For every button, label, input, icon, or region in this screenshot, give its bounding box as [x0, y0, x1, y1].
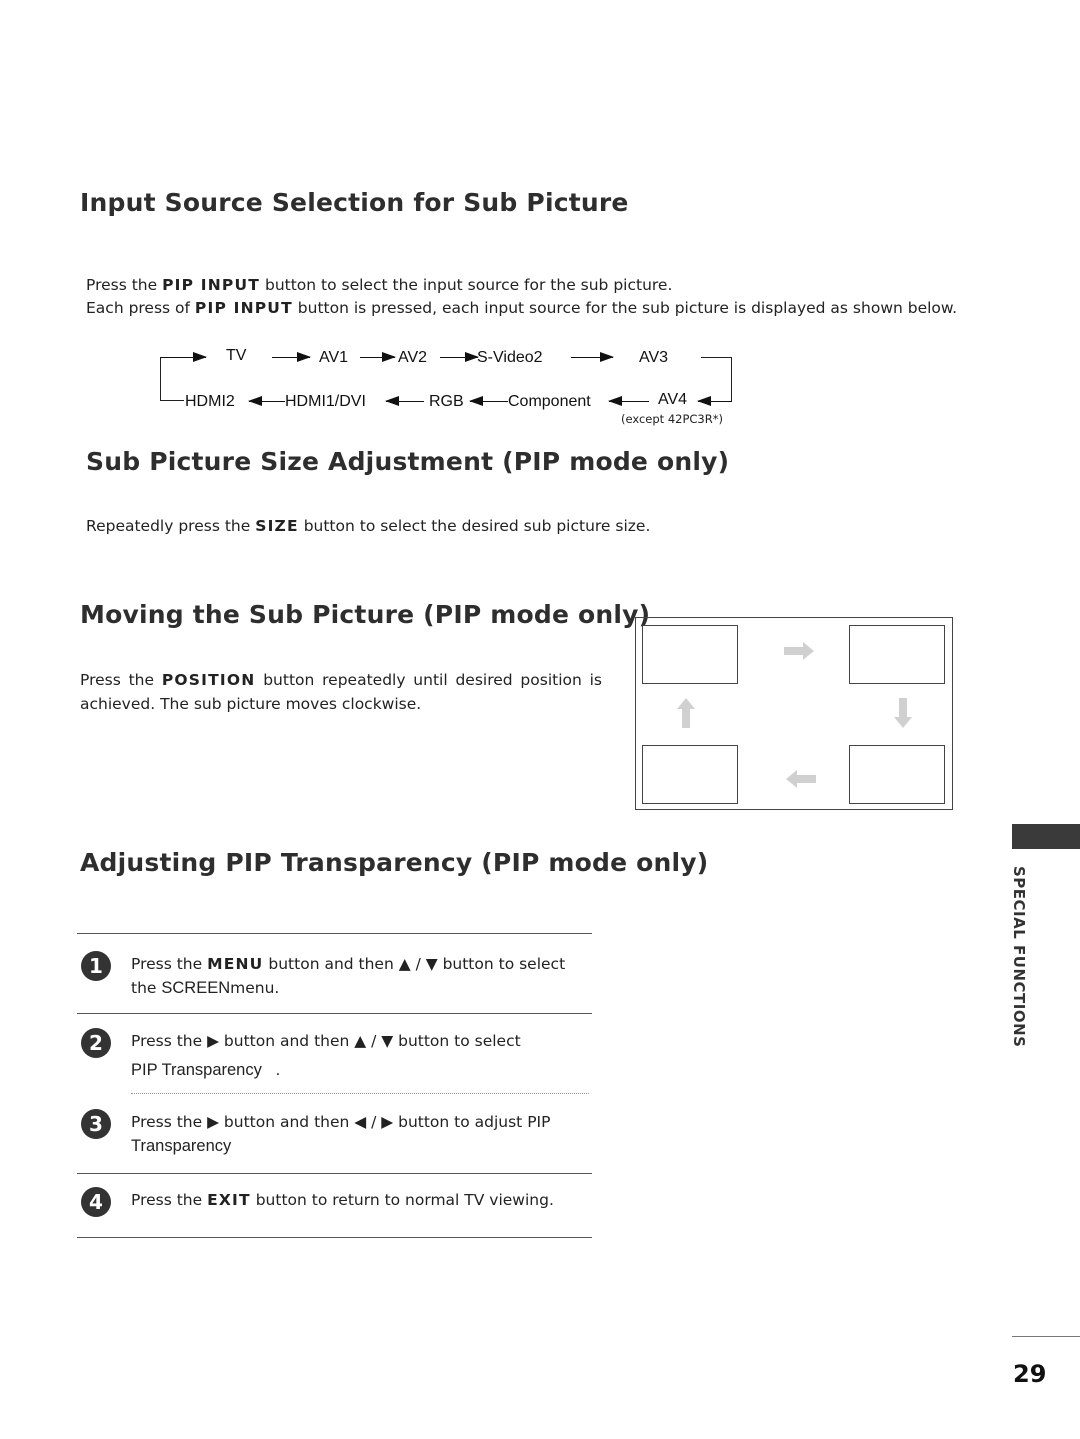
text: button is pressed, each input source for…: [292, 299, 958, 317]
pip-box-bottom-left: [642, 745, 738, 804]
text: button and then ▲ / ▼ button to select: [263, 955, 566, 973]
arrow-right-icon: [440, 352, 479, 362]
flow-item-av1: AV1: [319, 349, 349, 366]
page-number: 29: [1013, 1360, 1047, 1388]
arrow-down-icon: [894, 698, 912, 728]
text: button to return to normal TV viewing.: [250, 1191, 554, 1209]
text: Press the ▶ button and then ▲ / ▼ button…: [131, 1032, 521, 1050]
divider: [77, 1173, 592, 1174]
menu-name-screen: SCREEN: [161, 979, 231, 997]
text: Press the ▶ button and then ◀ / ▶ button…: [131, 1113, 551, 1131]
av4-exception-note: (except 42PC3R*): [621, 412, 723, 426]
arrow-left-icon: [697, 396, 732, 406]
dotted-divider: [131, 1093, 589, 1094]
button-key-pip-input: PIP INPUT: [194, 299, 293, 317]
divider: [77, 1013, 592, 1014]
button-key-pip-input: PIP INPUT: [162, 276, 261, 294]
flow-item-av2: AV2: [398, 349, 428, 366]
pip-position-diagram: [635, 617, 953, 810]
chapter-label: SPECIAL FUNCTIONS: [1010, 866, 1028, 1048]
arrow-right-icon: [272, 352, 311, 362]
step-3-text: Press the ▶ button and then ◀ / ▶ button…: [131, 1110, 591, 1158]
text: Repeatedly press the: [86, 517, 256, 535]
step-number-badge: 1: [81, 951, 111, 981]
section-title-moving: Moving the Sub Picture (PIP mode only): [80, 600, 651, 629]
text: menu.: [230, 979, 280, 997]
moving-instruction-1: Press the POSITION button repeatedly unt…: [80, 669, 602, 692]
pip-box-bottom-right: [849, 745, 945, 804]
page-number-rule: [1012, 1336, 1080, 1337]
loop-line-top-right: [701, 357, 732, 358]
step-number-badge: 3: [81, 1109, 111, 1139]
step-1-text: Press the MENU button and then ▲ / ▼ but…: [131, 952, 591, 1000]
flow-item-av4: AV4: [658, 391, 688, 408]
flow-item-av3: AV3: [639, 349, 669, 366]
arrow-left-icon: [608, 396, 649, 406]
flow-item-s-video2: S-Video2: [477, 349, 543, 366]
step-2-text: Press the ▶ button and then ▲ / ▼ button…: [131, 1029, 591, 1087]
divider: [77, 1237, 592, 1238]
loop-line-left: [160, 357, 161, 400]
section-title-transparency: Adjusting PIP Transparency (PIP mode onl…: [80, 848, 709, 877]
arrow-right-icon: [571, 352, 614, 362]
arrow-right-icon: [160, 352, 207, 362]
pip-box-top-right: [849, 625, 945, 684]
menu-item-transparency: Transparency: [131, 1137, 232, 1155]
flow-item-hdmi2: HDMI2: [185, 393, 235, 410]
step-4-text: Press the EXIT button to return to norma…: [131, 1188, 591, 1212]
text: Press the: [131, 1191, 208, 1209]
section-title-input-source: Input Source Selection for Sub Picture: [80, 188, 629, 217]
moving-instruction-2: achieved. The sub picture moves clockwis…: [80, 695, 422, 713]
step-number-badge: 2: [81, 1028, 111, 1058]
menu-item-pip-transparency: PIP Transparency .: [131, 1061, 281, 1079]
loop-line-bottom-left: [160, 400, 184, 401]
button-key-menu: MENU: [207, 955, 264, 973]
text: Press the: [80, 671, 162, 689]
input-source-instruction-1: Press the PIP INPUT button to select the…: [86, 274, 672, 297]
size-instruction: Repeatedly press the SIZE button to sele…: [86, 515, 650, 538]
flow-item-hdmi1-dvi: HDMI1/DVI: [285, 393, 366, 410]
button-key-exit: EXIT: [207, 1191, 251, 1209]
arrow-up-icon: [677, 698, 695, 728]
text: Press the: [131, 955, 208, 973]
chapter-tab: [1012, 824, 1080, 849]
button-key-size: SIZE: [255, 517, 299, 535]
divider: [77, 933, 592, 934]
arrow-right-icon: [784, 642, 814, 660]
text: button to select the input source for th…: [260, 276, 673, 294]
input-source-instruction-2: Each press of PIP INPUT button is presse…: [86, 297, 957, 320]
loop-line-right: [731, 357, 732, 401]
flow-item-rgb: RGB: [429, 393, 464, 410]
text: the: [131, 979, 162, 997]
button-key-position: POSITION: [161, 671, 256, 689]
pip-box-top-left: [642, 625, 738, 684]
section-title-size: Sub Picture Size Adjustment (PIP mode on…: [86, 447, 730, 476]
text: Press the: [86, 276, 163, 294]
flow-item-component: Component: [508, 393, 591, 410]
step-number-badge: 4: [81, 1187, 111, 1217]
arrow-left-icon: [248, 396, 285, 406]
arrow-left-icon: [786, 770, 816, 788]
arrow-right-icon: [360, 352, 396, 362]
text: button to select the desired sub picture…: [298, 517, 651, 535]
text: button repeatedly until desired position…: [255, 671, 602, 689]
arrow-left-icon: [385, 396, 424, 406]
text: Each press of: [86, 299, 195, 317]
flow-item-tv: TV: [226, 347, 247, 364]
arrow-left-icon: [469, 396, 508, 406]
